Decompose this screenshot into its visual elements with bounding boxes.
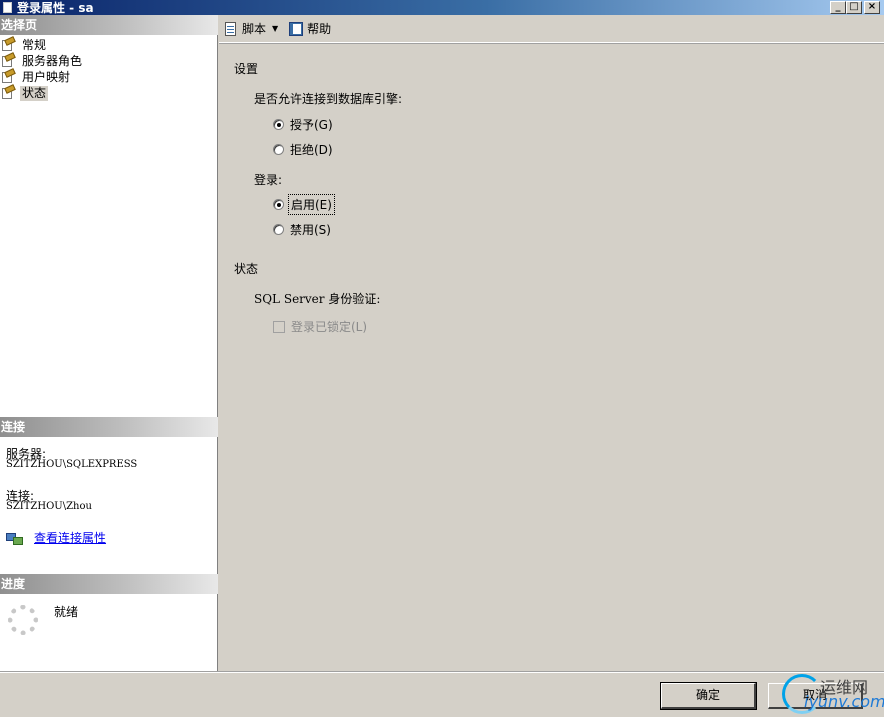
ok-button[interactable]: 确定 bbox=[660, 682, 757, 710]
radio-dot bbox=[273, 119, 284, 130]
page-item-label: 服务器角色 bbox=[22, 53, 83, 68]
page-settings-icon bbox=[0, 68, 16, 84]
locked-out-checkbox[interactable]: 登录已锁定(L) bbox=[273, 318, 367, 335]
help-book-icon bbox=[288, 21, 304, 37]
page-item-general[interactable]: 常规 bbox=[0, 36, 218, 53]
title-bar: 登录属性 - sa _ □ × bbox=[0, 0, 884, 15]
progress-spinner-icon bbox=[8, 605, 38, 635]
page-item-label: 状态 bbox=[20, 85, 49, 101]
radio-dot bbox=[273, 144, 284, 155]
status-form: 设置 是否允许连接到数据库引擎: 授予(G) 拒绝(D) 登录: 启用(E) 禁… bbox=[219, 44, 884, 672]
view-connection-link[interactable]: 查看连接属性 bbox=[34, 529, 106, 546]
watermark-bottom-text: iyunv.com bbox=[804, 692, 884, 711]
permission-question: 是否允许连接到数据库引擎: bbox=[254, 92, 403, 106]
checkbox-box bbox=[273, 320, 285, 333]
grant-label: 授予(G) bbox=[290, 118, 333, 132]
connection-properties-icon bbox=[6, 531, 24, 545]
login-label: 登录: bbox=[254, 173, 283, 187]
page-settings-icon bbox=[0, 52, 16, 68]
sql-auth-label: SQL Server 身份验证: bbox=[254, 292, 381, 306]
locked-out-label: 登录已锁定(L) bbox=[291, 320, 368, 334]
close-button[interactable]: × bbox=[864, 1, 880, 14]
chevron-down-icon[interactable]: ▼ bbox=[272, 24, 278, 33]
page-list: 常规 服务器角色 用户映射 状态 bbox=[0, 36, 218, 101]
script-label: 脚本 bbox=[242, 22, 267, 36]
radio-dot bbox=[273, 199, 284, 210]
page-settings-icon bbox=[0, 36, 16, 52]
window-title: 登录属性 - sa bbox=[17, 0, 94, 15]
maximize-button[interactable]: □ bbox=[846, 1, 862, 14]
disabled-radio[interactable]: 禁用(S) bbox=[273, 221, 331, 238]
radio-dot bbox=[273, 224, 284, 235]
connection-header: 连接 bbox=[0, 417, 218, 437]
enabled-radio[interactable]: 启用(E) bbox=[273, 194, 335, 215]
dialog-footer: 确定 取消 bbox=[0, 672, 884, 717]
page-item-label: 用户映射 bbox=[22, 69, 71, 84]
page-settings-icon bbox=[0, 84, 16, 100]
settings-heading: 设置 bbox=[234, 62, 259, 76]
select-page-header: 选择页 bbox=[0, 15, 218, 35]
deny-radio[interactable]: 拒绝(D) bbox=[273, 141, 333, 158]
document-icon bbox=[3, 2, 12, 13]
window-controls: _ □ × bbox=[830, 1, 880, 14]
script-icon bbox=[223, 21, 239, 37]
grant-radio[interactable]: 授予(G) bbox=[273, 116, 333, 133]
connection-value: SZITZHOU\Zhou bbox=[6, 501, 92, 512]
server-value: SZITZHOU\SQLEXPRESS bbox=[6, 459, 138, 470]
enabled-label: 启用(E) bbox=[288, 194, 335, 215]
progress-status: 就绪 bbox=[54, 605, 79, 619]
progress-header: 进度 bbox=[0, 574, 218, 594]
toolbar: 脚本 ▼ 帮助 bbox=[219, 15, 884, 43]
status-heading: 状态 bbox=[234, 262, 259, 276]
script-button[interactable]: 脚本 ▼ bbox=[223, 20, 278, 37]
page-item-status[interactable]: 状态 bbox=[0, 84, 218, 101]
help-button[interactable]: 帮助 bbox=[288, 20, 331, 37]
help-label: 帮助 bbox=[307, 22, 332, 36]
minimize-button[interactable]: _ bbox=[830, 1, 846, 14]
site-watermark: 运维网 iyunv.com bbox=[780, 672, 884, 717]
page-item-server-roles[interactable]: 服务器角色 bbox=[0, 52, 218, 69]
deny-label: 拒绝(D) bbox=[290, 143, 333, 157]
page-item-label: 常规 bbox=[22, 37, 47, 52]
left-pane: 选择页 常规 服务器角色 用户映射 状态 连接 服务器: SZITZHOU\SQ… bbox=[0, 15, 218, 672]
page-item-user-mapping[interactable]: 用户映射 bbox=[0, 68, 218, 85]
view-connection-properties[interactable]: 查看连接属性 bbox=[6, 529, 106, 546]
disabled-label: 禁用(S) bbox=[290, 223, 331, 237]
